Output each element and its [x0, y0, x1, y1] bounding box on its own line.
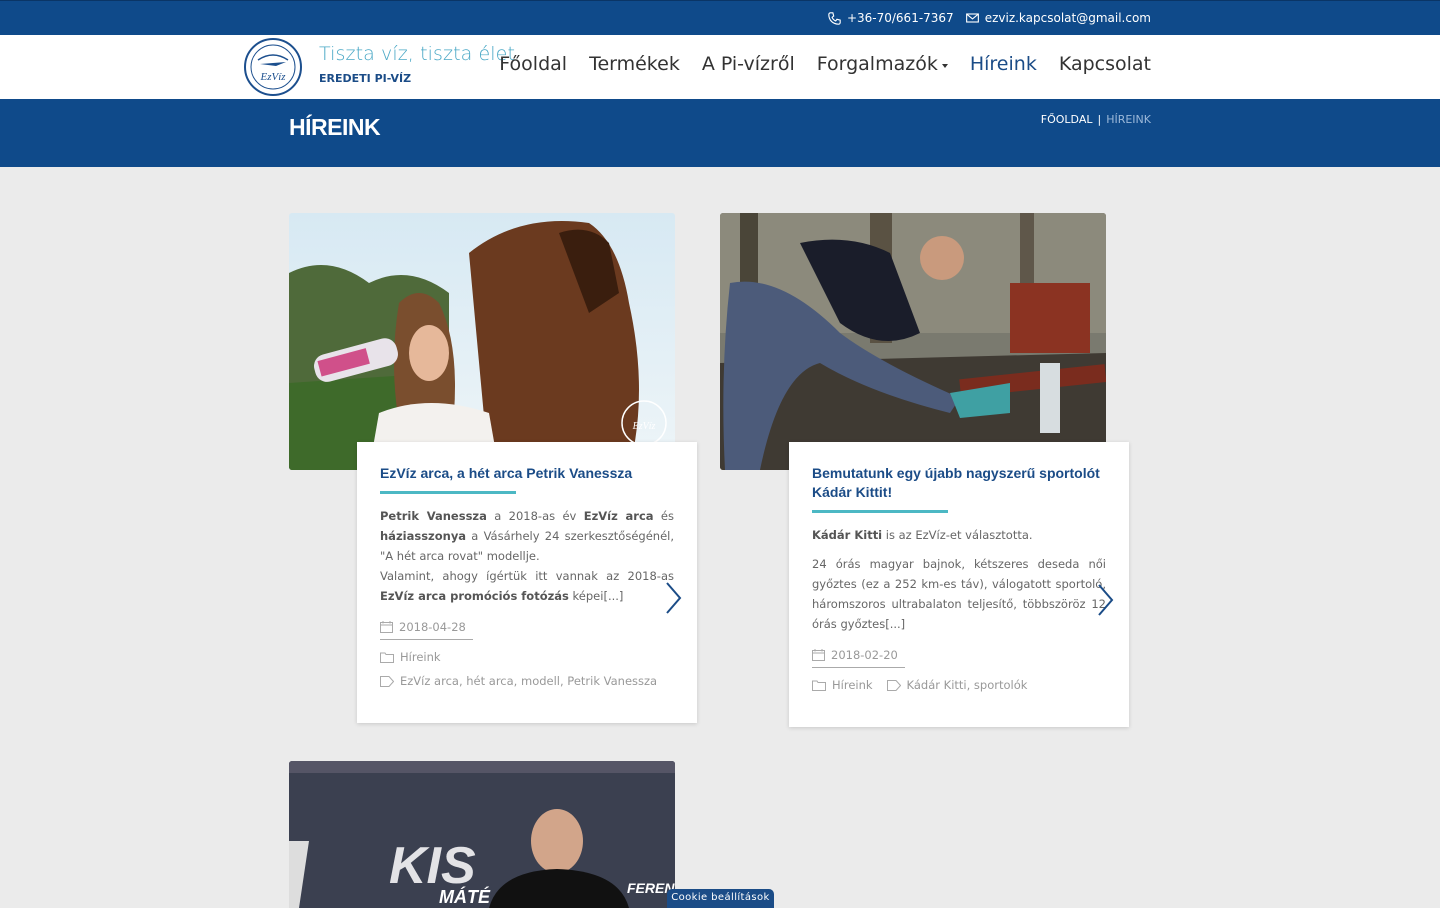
post-1-next-arrow-icon[interactable] [664, 580, 684, 616]
svg-text:EzVíz: EzVíz [632, 421, 656, 432]
main-nav: Főoldal Termékek A Pi-vízről Forgalmazók… [499, 53, 1151, 75]
nav-hireink[interactable]: Híreink [970, 53, 1037, 75]
tag-icon [380, 675, 394, 687]
post-3-image[interactable]: KIS MÁTÉ FEREN [289, 761, 675, 908]
post-2-card: Bemutatunk egy újabb nagyszerű sportolót… [789, 442, 1129, 727]
nav-termekek[interactable]: Termékek [589, 53, 680, 75]
post-2-category[interactable]: Híreink [812, 678, 873, 692]
post-2-tags[interactable]: Kádár Kitti, sportolók [886, 678, 1027, 692]
post-1-tags[interactable]: EzVíz arca, hét arca, modell, Petrik Van… [380, 674, 674, 688]
page-title-band: HÍREINK FŐOLDAL | HÍREINK [0, 99, 1440, 167]
calendar-icon [380, 621, 393, 633]
calendar-icon [812, 649, 825, 661]
contact-info: +36-70/661-7367 ezviz.kapcsolat@gmail.co… [828, 11, 1151, 25]
post-1-excerpt-2: Valamint, ahogy ígértük itt vannak az 20… [380, 569, 674, 603]
breadcrumb-home[interactable]: FŐOLDAL [1041, 113, 1093, 126]
post-1-category[interactable]: Híreink [380, 650, 674, 664]
nav-pi-vizrol[interactable]: A Pi-vízről [702, 53, 795, 75]
svg-text:MÁTÉ: MÁTÉ [439, 886, 491, 907]
post-1-date: 2018-04-28 [380, 620, 674, 634]
post-2-image[interactable] [720, 213, 1106, 470]
post-1-excerpt-1: Petrik Vanessza a 2018-as év EzVíz arca … [380, 509, 674, 563]
page-title: HÍREINK [289, 114, 381, 140]
folder-icon [380, 652, 394, 663]
post-1-image[interactable]: EzVíz [289, 213, 675, 470]
site-tagline: Tiszta víz, tiszta élet [319, 43, 516, 65]
svg-text:EzVíz: EzVíz [259, 71, 286, 83]
cookie-settings-button[interactable]: Cookie beállítások [667, 889, 774, 908]
post-1-title[interactable]: EzVíz arca, a hét arca Petrik Vanessza [380, 464, 674, 483]
dropdown-caret-icon [941, 63, 948, 68]
post-2-next-arrow-icon[interactable] [1096, 582, 1116, 618]
phone-link[interactable]: +36-70/661-7367 [828, 11, 954, 25]
phone-number: +36-70/661-7367 [846, 11, 954, 25]
site-logo[interactable]: EzVíz [244, 38, 302, 96]
email-address: ezviz.kapcsolat@gmail.com [984, 11, 1151, 25]
breadcrumb-current: HÍREINK [1106, 113, 1151, 126]
post-2-date: 2018-02-20 [812, 648, 1106, 662]
envelope-icon [965, 13, 979, 23]
nav-fooldal[interactable]: Főoldal [499, 53, 567, 75]
post-2-title[interactable]: Bemutatunk egy újabb nagyszerű sportolót… [812, 464, 1106, 502]
post-1-date-underline [380, 639, 473, 640]
post-2-date-underline [812, 667, 905, 668]
nav-forgalmazok[interactable]: Forgalmazók [817, 53, 948, 75]
breadcrumb-separator: | [1097, 113, 1102, 126]
folder-icon [812, 680, 826, 691]
email-link[interactable]: ezviz.kapcsolat@gmail.com [965, 11, 1151, 25]
post-2-excerpt-1: Kádár Kitti is az EzVíz-et választotta. [812, 528, 1033, 542]
tag-icon [886, 679, 901, 691]
nav-kapcsolat[interactable]: Kapcsolat [1059, 53, 1151, 75]
post-1-card: EzVíz arca, a hét arca Petrik Vanessza P… [357, 442, 697, 723]
site-header: EzVíz Tiszta víz, tiszta élet EREDETI PI… [0, 35, 1440, 99]
top-contact-bar: +36-70/661-7367 ezviz.kapcsolat@gmail.co… [0, 0, 1440, 35]
post-2-accent-line [812, 510, 948, 513]
post-1-accent-line [380, 491, 516, 494]
post-2-excerpt-2: 24 órás magyar bajnok, kétszeres deseda … [812, 557, 1106, 631]
site-subtag: EREDETI PI-VÍZ [319, 72, 412, 85]
phone-icon [828, 11, 841, 25]
breadcrumb: FŐOLDAL | HÍREINK [1041, 113, 1151, 126]
